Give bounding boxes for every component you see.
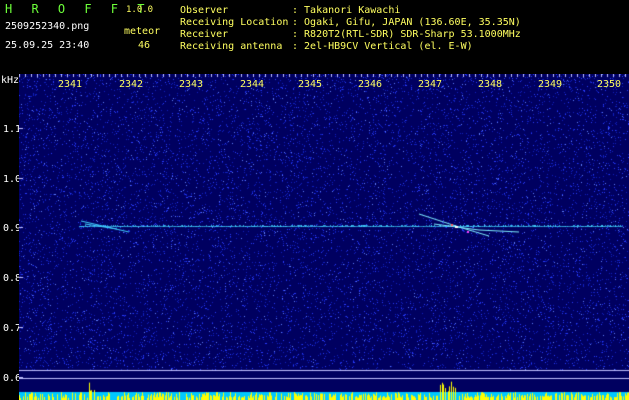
meteor-label: meteor [124,26,161,37]
receiver-label: Receiver [180,29,229,40]
file-name: 2509252340.png [5,21,90,32]
app-version: 1.0.0 [126,5,154,15]
observer-value: : Takanori Kawachi [292,5,401,16]
x-tick-label: 2349 [538,79,563,90]
location-value: : Ogaki, Gifu, JAPAN (136.60E, 35.35N) [292,17,521,28]
x-tick-label: 2350 [597,79,622,90]
meteor-count: 46 [138,40,151,51]
file-datetime: 25.09.25 23:40 [5,40,90,51]
observer-label: Observer [180,5,229,16]
header-panel: H R O F F T 1.0.0 2509252340.png 25.09.2… [0,0,629,74]
x-tick-label: 2341 [58,79,83,90]
antenna-label: Receiving antenna [180,41,283,52]
x-tick-label: 2348 [478,79,503,90]
x-tick-label: 2346 [358,79,383,90]
x-tick-label: 2345 [298,79,323,90]
y-axis-unit: kHz [1,75,20,86]
x-tick-label: 2343 [179,79,204,90]
x-tick-label: 2344 [240,79,265,90]
antenna-value: : 2el-HB9CV Vertical (el. E-W) [292,41,473,52]
x-tick-label: 2347 [418,79,443,90]
location-label: Receiving Location [180,17,289,28]
receiver-value: : R820T2(RTL-SDR) SDR-Sharp 53.1000MHz [292,29,521,40]
spectrogram-plot [19,74,629,400]
x-tick-label: 2342 [119,79,144,90]
